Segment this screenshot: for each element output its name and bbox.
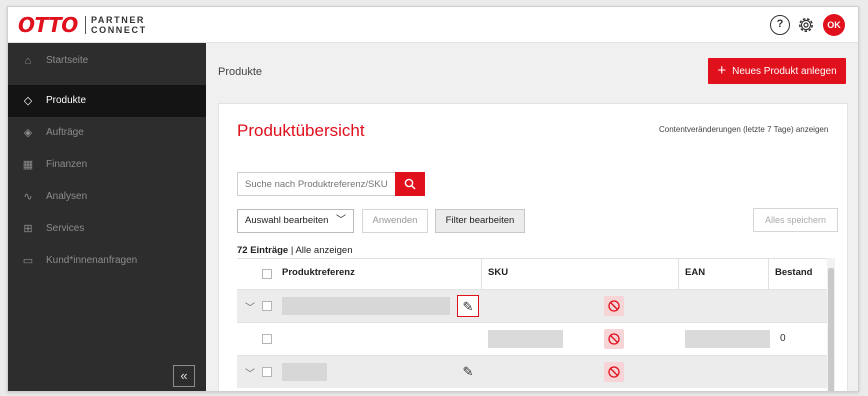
search-icon bbox=[404, 178, 416, 190]
column-header-reference[interactable]: Produktreferenz bbox=[282, 267, 355, 278]
entries-count: 72 Einträge bbox=[237, 245, 289, 256]
sidebar-item-label: Services bbox=[46, 223, 85, 234]
sidebar-item-services[interactable]: ⊞ Services bbox=[8, 213, 206, 245]
avatar[interactable]: OK bbox=[823, 14, 845, 36]
table-scrollbar[interactable] bbox=[827, 258, 835, 391]
reference-placeholder bbox=[282, 297, 450, 315]
edit-pencil-icon[interactable]: ✎ bbox=[457, 361, 479, 383]
logo-divider bbox=[85, 16, 86, 34]
show-all-link[interactable]: Alle anzeigen bbox=[295, 245, 352, 256]
page-title: Produktübersicht bbox=[237, 121, 365, 140]
reference-placeholder bbox=[282, 363, 327, 381]
sidebar-item-startseite[interactable]: ⌂ Startseite bbox=[8, 45, 206, 77]
expand-row-icon[interactable]: ﹀ bbox=[245, 365, 255, 380]
help-icon[interactable]: ? bbox=[770, 15, 790, 35]
table-row: 0 bbox=[237, 322, 827, 355]
blocked-icon bbox=[604, 329, 624, 349]
bulk-edit-select[interactable]: Auswahl bearbeiten ﹀ bbox=[237, 209, 354, 233]
row-checkbox[interactable] bbox=[262, 301, 272, 311]
sidebar-item-analysen[interactable]: ∿ Analysen bbox=[8, 181, 206, 213]
sidebar-item-auftraege[interactable]: ◈ Aufträge bbox=[8, 117, 206, 149]
blocked-icon bbox=[604, 296, 624, 316]
content-changes-link[interactable]: Contentveränderungen (letzte 7 Tage) anz… bbox=[659, 125, 828, 134]
product-overview-card: Produktübersicht Contentveränderungen (l… bbox=[218, 103, 848, 391]
top-bar: OTTO PARTNER CONNECT ? OK bbox=[8, 7, 858, 43]
partner-connect-logo: PARTNER CONNECT bbox=[91, 15, 147, 35]
column-divider bbox=[678, 259, 679, 289]
sidebar-item-label: Startseite bbox=[46, 55, 89, 66]
sku-placeholder bbox=[488, 330, 563, 348]
save-all-button[interactable]: Alles speichern bbox=[753, 208, 838, 232]
column-header-stock[interactable]: Bestand bbox=[775, 267, 812, 278]
sidebar-item-finanzen[interactable]: ▦ Finanzen bbox=[8, 149, 206, 181]
plus-icon: + bbox=[717, 62, 727, 79]
chevron-down-icon: ﹀ bbox=[336, 215, 346, 226]
ean-placeholder bbox=[685, 330, 770, 348]
tag-icon: ◇ bbox=[23, 95, 33, 107]
bulk-edit-label: Auswahl bearbeiten bbox=[245, 215, 329, 226]
entries-summary: 72 Einträge | Alle anzeigen bbox=[237, 245, 353, 256]
home-icon: ⌂ bbox=[24, 55, 32, 67]
scrollbar-thumb[interactable] bbox=[828, 268, 834, 391]
new-product-button[interactable]: + Neues Produkt anlegen bbox=[708, 58, 846, 84]
services-icon: ⊞ bbox=[23, 223, 33, 235]
edit-pencil-icon[interactable]: ✎ bbox=[457, 295, 479, 317]
box-icon: ◈ bbox=[23, 127, 33, 139]
gear-icon[interactable] bbox=[796, 15, 816, 35]
collapse-sidebar-button[interactable]: « bbox=[173, 365, 195, 387]
sidebar-item-label: Produkte bbox=[46, 95, 87, 106]
search-button[interactable] bbox=[395, 172, 425, 196]
apply-button[interactable]: Anwenden bbox=[362, 209, 428, 233]
column-divider bbox=[768, 259, 769, 289]
sidebar-item-label: Aufträge bbox=[46, 127, 84, 138]
search-input[interactable] bbox=[237, 172, 395, 196]
logo-sub-line2: CONNECT bbox=[91, 25, 147, 35]
column-header-sku[interactable]: SKU bbox=[488, 267, 508, 278]
column-divider bbox=[481, 259, 482, 289]
analytics-icon: ∿ bbox=[23, 191, 33, 203]
row-checkbox[interactable] bbox=[262, 367, 272, 377]
finance-icon: ▦ bbox=[22, 159, 34, 171]
row-checkbox[interactable] bbox=[262, 334, 272, 344]
otto-logo[interactable]: OTTO bbox=[18, 15, 78, 35]
blocked-icon bbox=[604, 362, 624, 382]
new-product-label: Neues Produkt anlegen bbox=[732, 66, 837, 77]
sidebar-item-label: Kund*innenanfragen bbox=[46, 255, 138, 266]
expand-row-icon[interactable]: ﹀ bbox=[245, 299, 255, 314]
chat-icon: ▭ bbox=[22, 255, 34, 267]
main-content: Produkte + Neues Produkt anlegen Produktü… bbox=[206, 43, 858, 391]
product-table: Produktreferenz SKU EAN Bestand ﹀ ✎ 0 ﹀ … bbox=[237, 258, 827, 391]
sidebar-item-kundinnenanfragen[interactable]: ▭ Kund*innenanfragen bbox=[8, 245, 206, 277]
table-row: ﹀ ✎ bbox=[237, 289, 827, 322]
table-row: ﹀ ✎ bbox=[237, 355, 827, 388]
sidebar: ⌂ Startseite ◇ Produkte ◈ Aufträge ▦ Fin… bbox=[8, 43, 206, 391]
app-window: OTTO PARTNER CONNECT ? OK ⌂ Startseite ◇… bbox=[7, 6, 859, 392]
sidebar-item-label: Analysen bbox=[46, 191, 88, 202]
column-header-ean[interactable]: EAN bbox=[685, 267, 705, 278]
stock-value: 0 bbox=[780, 333, 786, 344]
sidebar-item-produkte[interactable]: ◇ Produkte bbox=[8, 85, 206, 117]
select-all-checkbox[interactable] bbox=[262, 269, 272, 279]
edit-filter-button[interactable]: Filter bearbeiten bbox=[435, 209, 525, 233]
breadcrumb: Produkte bbox=[218, 66, 263, 78]
logo-sub-line1: PARTNER bbox=[91, 15, 146, 25]
sidebar-item-label: Finanzen bbox=[46, 159, 88, 170]
